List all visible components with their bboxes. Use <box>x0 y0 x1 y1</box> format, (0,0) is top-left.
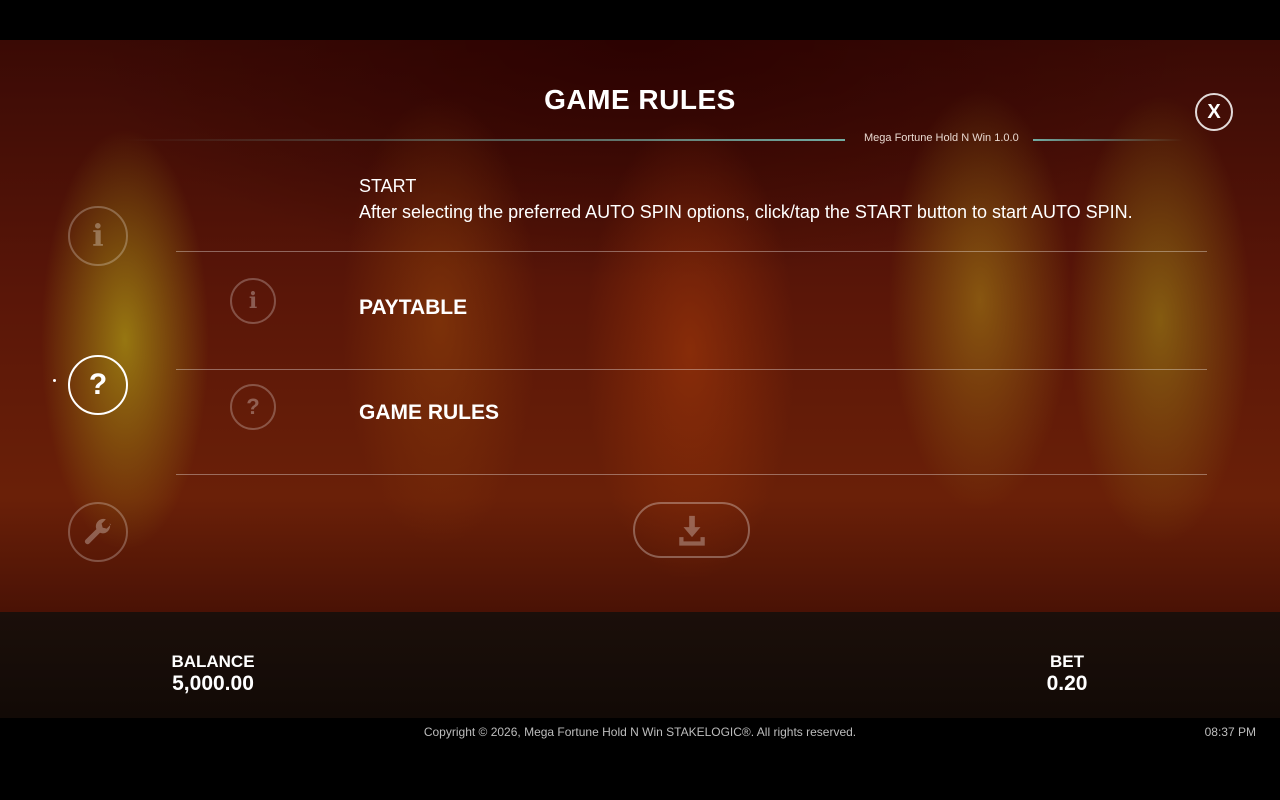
balance-display: BALANCE 5,000.00 <box>150 652 276 696</box>
bet-value: 0.20 <box>1046 672 1088 695</box>
sidebar-item-info[interactable]: i <box>68 206 128 266</box>
version-label: Mega Fortune Hold N Win 1.0.0 <box>864 132 1019 144</box>
sidebar-item-help[interactable]: ? <box>68 355 128 415</box>
divider <box>176 369 1207 370</box>
divider <box>176 474 1207 475</box>
bet-label: BET <box>1050 652 1084 671</box>
paytable-link[interactable]: PAYTABLE <box>359 296 467 320</box>
divider <box>176 251 1207 252</box>
start-description: After selecting the preferred AUTO SPIN … <box>359 202 1133 222</box>
close-button[interactable]: X <box>1195 93 1233 131</box>
copyright-text: Copyright © 2026, Mega Fortune Hold N Wi… <box>423 725 857 739</box>
active-indicator <box>53 379 56 382</box>
balance-value: 5,000.00 <box>172 672 254 695</box>
download-icon <box>678 515 705 546</box>
info-glyph: i <box>248 288 258 314</box>
balance-label: BALANCE <box>171 652 255 671</box>
bet-display: BET 0.20 <box>1030 652 1104 696</box>
paytable-icon: i <box>230 278 276 324</box>
header-divider-left <box>125 139 845 141</box>
game-rules-link[interactable]: GAME RULES <box>359 401 499 425</box>
sidebar-item-settings[interactable] <box>68 502 128 562</box>
page-title: GAME RULES <box>544 84 736 115</box>
status-bar: BALANCE 5,000.00 BET 0.20 <box>0 612 1280 718</box>
footer: Copyright © 2026, Mega Fortune Hold N Wi… <box>0 718 1280 800</box>
download-button[interactable] <box>633 502 750 558</box>
game-rules-icon: ? <box>230 384 276 430</box>
header-divider-right <box>1033 139 1183 141</box>
game-rules-panel: GAME RULES X Mega Fortune Hold N Win 1.0… <box>0 40 1280 612</box>
top-bar <box>0 0 1280 40</box>
start-title: START <box>359 176 417 196</box>
wrench-icon <box>84 518 111 545</box>
clock: 08:37 PM <box>1204 725 1256 739</box>
info-icon: i <box>92 218 104 254</box>
help-glyph: ? <box>246 394 260 419</box>
help-icon: ? <box>88 368 108 401</box>
close-icon: X <box>1207 100 1221 123</box>
